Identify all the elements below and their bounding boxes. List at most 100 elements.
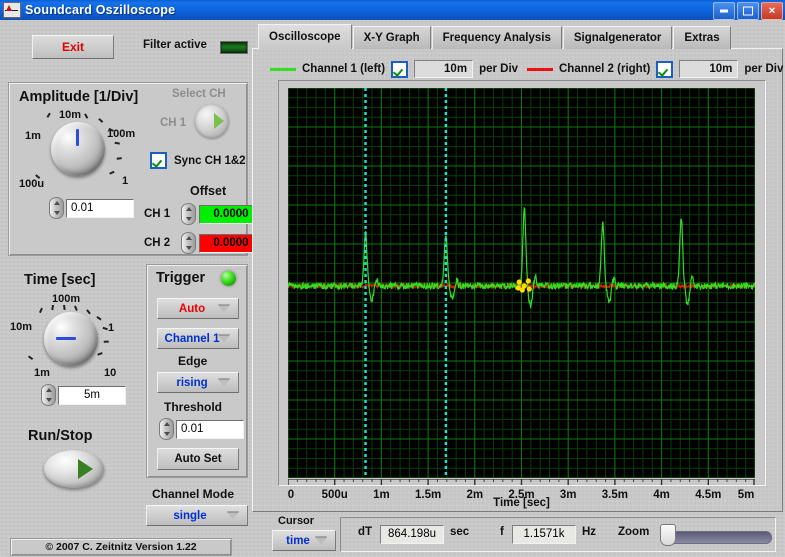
chevron-down-icon: [218, 305, 230, 312]
cursor-mode-dropdown[interactable]: time: [272, 530, 336, 551]
amplitude-tick-10m: 10m: [59, 109, 81, 121]
select-ch-title: Select CH: [172, 88, 226, 100]
minimize-button[interactable]: [713, 2, 735, 20]
trigger-threshold-group: 0.01: [159, 418, 244, 440]
close-button[interactable]: ✕: [761, 2, 783, 20]
select-ch-button[interactable]: [195, 104, 229, 138]
chevron-down-icon: [218, 335, 230, 342]
sync-ch-label: Sync CH 1&2: [174, 155, 246, 167]
channel-mode-value: single: [173, 510, 206, 522]
threshold-value[interactable]: 0.01: [176, 420, 244, 439]
tab-label: Signalgenerator: [574, 32, 662, 44]
tab-frequency-analysis[interactable]: Frequency Analysis: [432, 26, 562, 49]
amplitude-tick-mark: [115, 142, 120, 144]
channel-mode-dropdown[interactable]: single: [146, 505, 248, 526]
filter-active-label: Filter active: [143, 39, 207, 51]
channel1-per-div-value[interactable]: 10m: [414, 60, 473, 78]
title-bar: Soundcard Oszilloscope ✕: [0, 0, 785, 20]
channel-mode-title: Channel Mode: [152, 487, 234, 501]
time-panel: Time [sec] 100m 10m 1 10 1m 5m Run/Stop: [8, 264, 139, 476]
tab-label: Oscilloscope: [269, 31, 341, 43]
offset-row-ch1: CH 1 0.0000: [144, 203, 263, 225]
time-tick-100m: 100m: [52, 293, 80, 305]
exit-button[interactable]: Exit: [32, 35, 114, 59]
copyright-bar: © 2007 C. Zeitnitz Version 1.22: [10, 538, 232, 556]
time-value[interactable]: 5m: [58, 386, 126, 405]
time-tick-1: 1: [108, 322, 114, 334]
auto-set-button[interactable]: Auto Set: [157, 448, 239, 470]
trigger-edge-dropdown[interactable]: rising: [157, 372, 239, 393]
waveform-icon: [3, 2, 21, 18]
channel2-label: Channel 2 (right): [559, 63, 650, 75]
amplitude-value-group: 0.01: [49, 197, 134, 219]
channel2-per-div-label: per Div: [744, 63, 783, 75]
time-title: Time [sec]: [24, 272, 95, 288]
trigger-source-dropdown[interactable]: Channel 1: [157, 328, 239, 349]
chevron-down-icon: [315, 537, 327, 544]
time-spinner[interactable]: [41, 384, 56, 406]
offset-ch1-spinner[interactable]: [181, 203, 196, 225]
amplitude-tick-mark: [46, 113, 50, 118]
trigger-edge-title: Edge: [178, 354, 207, 368]
oscilloscope-plot[interactable]: [288, 88, 755, 478]
channel2-color-swatch: [527, 68, 553, 71]
run-stop-button[interactable]: [44, 450, 104, 488]
time-tick-mark: [51, 305, 53, 310]
amplitude-value[interactable]: 0.01: [66, 199, 134, 218]
trigger-threshold-title: Threshold: [164, 400, 222, 414]
time-knob-wrap: [44, 312, 98, 366]
time-tick-10m: 10m: [10, 321, 32, 333]
time-tick-mark: [104, 341, 109, 343]
zoom-label: Zoom: [618, 526, 649, 538]
channel1-legend-row: Channel 1 (left) 10m per Div: [270, 60, 518, 78]
dt-label: dT: [358, 526, 372, 538]
time-tick-1m: 1m: [34, 367, 50, 379]
zoom-slider-track[interactable]: [664, 531, 772, 544]
time-tick-mark: [74, 306, 77, 311]
amplitude-tick-1: 1: [122, 175, 128, 187]
offset-ch2-spinner[interactable]: [181, 232, 196, 254]
copyright-text: © 2007 C. Zeitnitz Version 1.22: [45, 541, 196, 553]
x-axis-title: Time [sec]: [288, 497, 755, 509]
channel1-per-div-label: per Div: [479, 63, 518, 75]
tab-signalgenerator[interactable]: Signalgenerator: [563, 26, 673, 49]
trigger-source-value: Channel 1: [165, 333, 220, 345]
offset-row-ch2: CH 2 0.0000: [144, 232, 263, 254]
window-title: Soundcard Oszilloscope: [25, 3, 175, 17]
time-tick-mark: [39, 308, 42, 313]
amplitude-tick-mark: [84, 114, 88, 119]
amplitude-tick-1m: 1m: [25, 130, 41, 142]
sync-ch-checkbox[interactable]: [150, 152, 167, 169]
dt-value: 864.198u: [380, 525, 444, 544]
maximize-button[interactable]: [737, 2, 759, 20]
tab-extras[interactable]: Extras: [673, 26, 730, 49]
channel2-enable-checkbox[interactable]: [656, 61, 673, 78]
tab-oscilloscope[interactable]: Oscilloscope: [258, 24, 352, 49]
tab-xy-graph[interactable]: X-Y Graph: [353, 26, 431, 49]
maximize-icon: [743, 7, 753, 16]
time-knob-pointer: [56, 337, 76, 340]
frequency-unit: Hz: [582, 526, 596, 538]
cursor-title: Cursor: [278, 515, 314, 527]
channel1-enable-checkbox[interactable]: [391, 61, 408, 78]
zoom-slider-thumb[interactable]: [660, 524, 676, 546]
amplitude-spinner[interactable]: [49, 197, 64, 219]
dt-unit: sec: [450, 526, 469, 538]
select-ch-button-label: CH 1: [160, 117, 186, 129]
trigger-edge-value: rising: [176, 377, 207, 389]
frequency-label: f: [500, 526, 504, 538]
window-buttons: ✕: [713, 2, 783, 20]
amplitude-tick-mark: [109, 171, 114, 174]
channel1-label: Channel 1 (left): [302, 63, 385, 75]
cursor-mode-value: time: [286, 535, 310, 547]
amplitude-title: Amplitude [1/Div]: [19, 89, 138, 105]
time-knob[interactable]: [44, 312, 98, 366]
channel2-per-div-value[interactable]: 10m: [679, 60, 738, 78]
trigger-panel: Trigger Auto Channel 1 Edge rising Thres…: [146, 264, 248, 478]
close-icon: ✕: [768, 7, 776, 16]
plot-svg: [288, 88, 755, 478]
threshold-spinner[interactable]: [159, 418, 174, 440]
frequency-value: 1.1571k: [512, 525, 576, 544]
trigger-mode-dropdown[interactable]: Auto: [157, 298, 239, 319]
amplitude-knob[interactable]: [51, 122, 105, 176]
